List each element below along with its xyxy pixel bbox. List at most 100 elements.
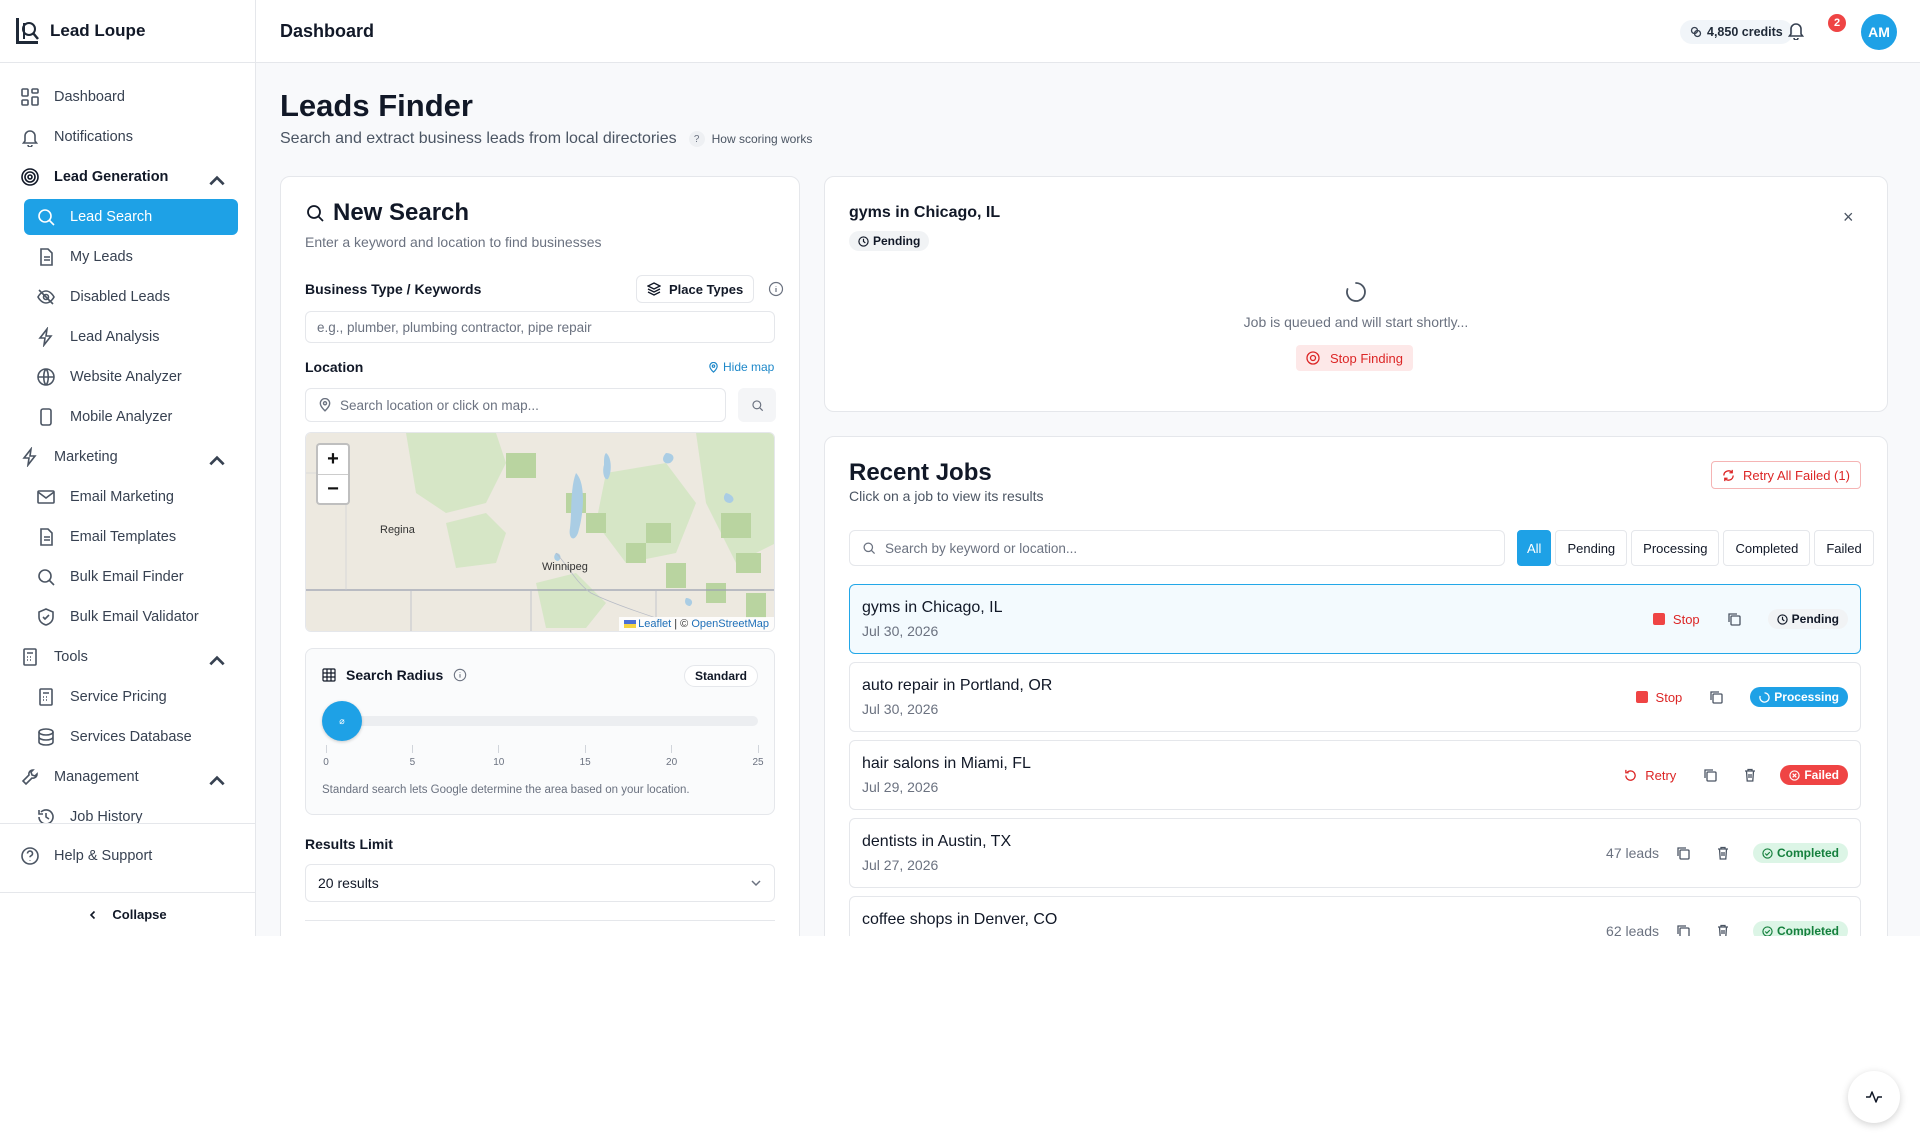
flag-icon xyxy=(624,620,637,629)
keywords-input[interactable]: e.g., plumber, plumbing contractor, pipe… xyxy=(305,311,775,343)
zoom-in-button[interactable]: + xyxy=(318,445,348,474)
job-actions: 47 leads Completed xyxy=(1606,843,1848,863)
info-icon[interactable] xyxy=(453,668,467,682)
tick-mark xyxy=(498,745,500,753)
filter-tab-pending[interactable]: Pending xyxy=(1555,530,1628,566)
topbar: Dashboard 4,850 credits 2 AM xyxy=(256,0,1920,63)
job-title: coffee shops in Denver, CO xyxy=(862,911,1058,928)
sidebar-section-marketing[interactable]: Marketing xyxy=(0,437,255,477)
loading-icon xyxy=(1759,691,1771,703)
search-radius-title: Search Radius xyxy=(346,667,444,683)
user-avatar[interactable]: AM xyxy=(1861,14,1897,50)
sidebar-item-help-support[interactable]: Help & Support xyxy=(0,836,255,876)
stop-job-button[interactable]: Stop xyxy=(1635,690,1682,705)
retry-all-failed-button[interactable]: Retry All Failed (1) xyxy=(1711,461,1861,489)
sidebar-item-lead-analysis[interactable]: Lead Analysis xyxy=(0,317,255,357)
sidebar-section-management[interactable]: Management xyxy=(0,757,255,797)
trash-icon[interactable] xyxy=(1742,767,1758,783)
trash-icon[interactable] xyxy=(1715,923,1731,936)
filter-tab-completed[interactable]: Completed xyxy=(1723,530,1811,566)
sidebar-item-bulk-email-validator[interactable]: Bulk Email Validator xyxy=(0,597,255,637)
sidebar-item-my-leads[interactable]: My Leads xyxy=(0,237,255,277)
how-scoring-works-link[interactable]: ? How scoring works xyxy=(688,131,813,147)
search-icon xyxy=(307,205,324,222)
copy-icon[interactable] xyxy=(1702,767,1718,783)
job-actions: 62 leads Completed xyxy=(1606,921,1848,936)
stop-finding-button[interactable]: Stop Finding xyxy=(1296,345,1413,371)
filter-tab-processing[interactable]: Processing xyxy=(1631,530,1720,566)
radius-mode-badge: Standard xyxy=(683,665,758,687)
sidebar-section-tools[interactable]: Tools xyxy=(0,637,255,677)
location-search-button[interactable] xyxy=(738,388,776,422)
sidebar-item-mobile-analyzer[interactable]: Mobile Analyzer xyxy=(0,397,255,437)
status-label: Completed xyxy=(1776,846,1839,860)
retry-job-button[interactable]: Retry xyxy=(1624,768,1676,783)
trash-icon[interactable] xyxy=(1715,845,1731,861)
sidebar-item-email-marketing[interactable]: Email Marketing xyxy=(0,477,255,517)
job-row[interactable]: hair salons in Miami, FL Jul 29, 2026 Retr… xyxy=(849,740,1861,810)
job-row[interactable]: dentists in Austin, TX Jul 27, 2026 47 lea… xyxy=(849,818,1861,888)
sidebar-item-lead-search[interactable]: Lead Search xyxy=(24,199,238,235)
sidebar-section-lead-generation[interactable]: Lead Generation xyxy=(0,157,255,197)
help-link-label: How scoring works xyxy=(711,132,813,146)
copy-icon[interactable] xyxy=(1708,689,1724,705)
close-icon[interactable]: × xyxy=(1843,207,1854,228)
zoom-out-button[interactable]: − xyxy=(318,474,348,503)
mobile-phone-icon xyxy=(40,408,52,426)
clock-icon xyxy=(858,235,869,247)
status-label: Completed xyxy=(1776,924,1839,936)
filter-tab-failed[interactable]: Failed xyxy=(1814,530,1874,566)
wrench-icon xyxy=(21,769,38,786)
tick-mark xyxy=(584,745,586,753)
sidebar-item-job-history[interactable]: Job History xyxy=(0,797,255,823)
location-map[interactable]: Regina Winnipeg + − Leaflet | © OpenStre… xyxy=(305,432,775,632)
sidebar-item-notifications[interactable]: Notifications xyxy=(0,117,255,157)
notifications-bell-icon[interactable] xyxy=(1786,20,1806,40)
job-row[interactable]: gyms in Chicago, IL Jul 30, 2026 Stop Pendi… xyxy=(849,584,1861,654)
filter-tab-all[interactable]: All xyxy=(1517,530,1552,566)
results-limit-label: Results Limit xyxy=(305,836,393,852)
stop-job-button[interactable]: Stop xyxy=(1652,612,1700,627)
copy-icon[interactable] xyxy=(1726,611,1742,627)
job-row[interactable]: auto repair in Portland, OR Jul 30, 2026 S… xyxy=(849,662,1861,732)
chevron-up-icon[interactable] xyxy=(207,171,227,191)
info-icon[interactable] xyxy=(768,281,784,297)
keywords-label: Business Type / Keywords xyxy=(305,281,482,297)
chevron-up-icon[interactable] xyxy=(207,651,227,671)
sidebar-item-label: My Leads xyxy=(70,249,133,265)
sidebar-item-website-analyzer[interactable]: Website Analyzer xyxy=(0,357,255,397)
radius-tick: 5 xyxy=(402,745,422,768)
sidebar: Lead Loupe Dashboard Notifications Lead … xyxy=(0,0,256,936)
sidebar-item-disabled-leads[interactable]: Disabled Leads xyxy=(0,277,255,317)
chevron-up-icon[interactable] xyxy=(207,451,227,471)
copy-icon[interactable] xyxy=(1675,845,1691,861)
job-date: Jul 30, 2026 xyxy=(862,623,939,639)
place-types-button[interactable]: Place Types xyxy=(636,275,755,303)
sidebar-item-email-templates[interactable]: Email Templates xyxy=(0,517,255,557)
brand[interactable]: Lead Loupe xyxy=(0,0,255,63)
sidebar-item-service-pricing[interactable]: Service Pricing xyxy=(0,677,255,717)
calculator-icon xyxy=(23,648,37,666)
location-placeholder: Search location or click on map... xyxy=(340,397,539,413)
copy-icon[interactable] xyxy=(1675,923,1691,936)
collapse-button[interactable]: Collapse xyxy=(0,892,255,936)
hide-map-link[interactable]: Hide map xyxy=(708,360,774,374)
sidebar-item-dashboard[interactable]: Dashboard xyxy=(0,77,255,117)
location-input[interactable]: Search location or click on map... xyxy=(305,388,726,422)
lead-loupe-logo-icon xyxy=(16,18,39,44)
activity-fab-button[interactable] xyxy=(1848,1071,1900,1123)
jobs-search-input[interactable]: Search by keyword or location... xyxy=(849,530,1505,566)
active-job-title: gyms in Chicago, IL xyxy=(849,204,1001,221)
sidebar-item-services-database[interactable]: Services Database xyxy=(0,717,255,757)
credits-badge[interactable]: 4,850 credits xyxy=(1680,20,1793,44)
sidebar-item-bulk-email-finder[interactable]: Bulk Email Finder xyxy=(0,557,255,597)
chevron-up-icon[interactable] xyxy=(207,771,227,791)
openstreetmap-link[interactable]: OpenStreetMap xyxy=(691,618,769,630)
radius-slider-track[interactable] xyxy=(326,716,758,726)
radius-slider-thumb[interactable]: ⌀ xyxy=(322,701,362,741)
results-limit-select[interactable]: 20 results xyxy=(305,864,775,902)
target-icon xyxy=(21,168,39,186)
check-circle-icon xyxy=(1762,847,1773,859)
job-row[interactable]: coffee shops in Denver, CO Jul 26, 2026 62… xyxy=(849,896,1861,936)
leaflet-link[interactable]: Leaflet xyxy=(638,618,671,630)
